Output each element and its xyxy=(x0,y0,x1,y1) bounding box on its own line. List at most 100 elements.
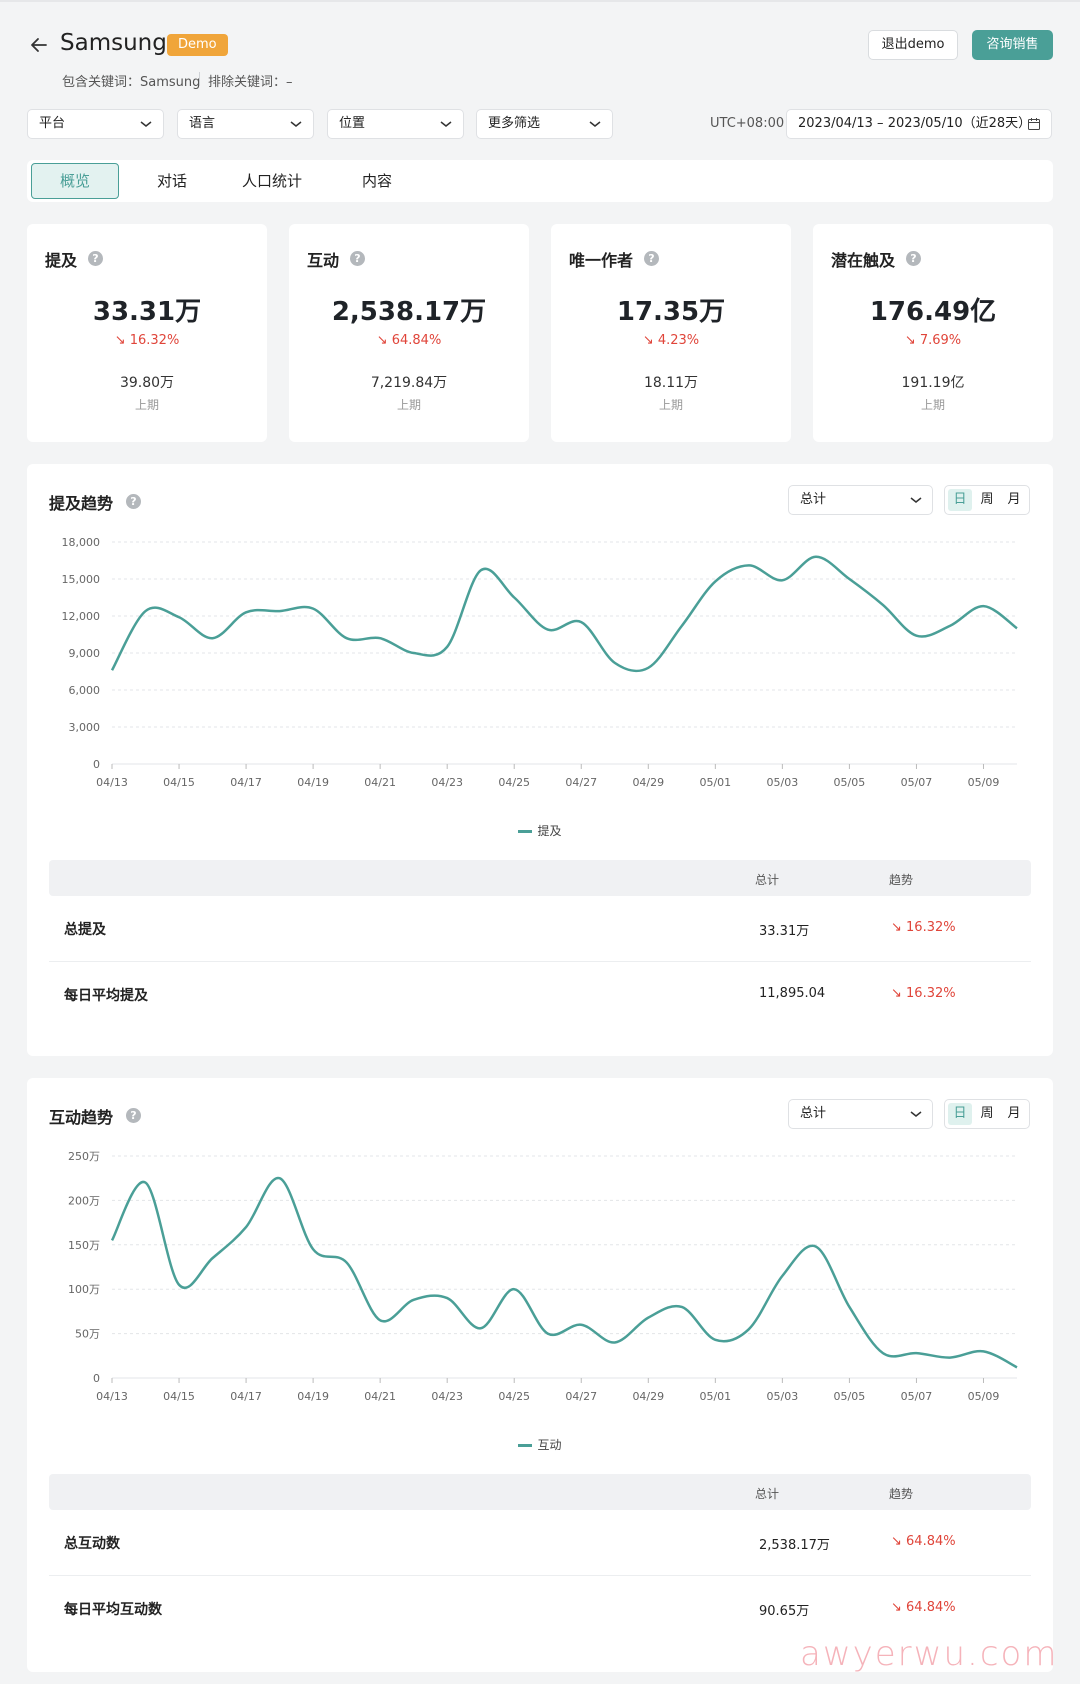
more-filters[interactable]: 更多筛选 xyxy=(476,109,613,139)
granularity-day[interactable]: 日 xyxy=(948,1103,972,1125)
contact-sales-button[interactable]: 咨询销售 xyxy=(972,30,1053,60)
row-total: 2,538.17万 xyxy=(759,1538,830,1553)
chart-legend: 提及 xyxy=(27,822,1053,839)
watermark: awyerwu.com xyxy=(800,1634,1059,1674)
granularity-week[interactable]: 周 xyxy=(975,1103,999,1125)
metric-title: 唯一作者 xyxy=(569,251,634,270)
x-tick-label: 05/05 xyxy=(834,776,866,789)
calendar-icon xyxy=(1028,118,1040,130)
back-arrow-icon[interactable] xyxy=(28,34,50,56)
x-tick-label: 05/03 xyxy=(767,1390,799,1403)
include-keywords: 包含关键词：Samsung xyxy=(62,75,201,90)
y-tick-label: 250万 xyxy=(68,1150,100,1163)
x-tick-label: 05/05 xyxy=(834,1390,866,1403)
chevron-down-icon xyxy=(589,121,601,127)
y-tick-label: 0 xyxy=(93,1372,100,1385)
x-tick-label: 05/01 xyxy=(699,1390,731,1403)
chevron-down-icon xyxy=(910,497,922,503)
y-tick-label: 9,000 xyxy=(69,647,101,660)
granularity-month[interactable]: 月 xyxy=(1002,1103,1026,1125)
exit-demo-button[interactable]: 退出demo xyxy=(868,30,958,60)
help-icon[interactable]: ? xyxy=(126,494,141,509)
x-tick-label: 04/17 xyxy=(230,776,262,789)
column-trend: 趋势 xyxy=(889,873,914,887)
column-total: 总计 xyxy=(755,1487,780,1501)
mentions-line-chart: 0 3,000 6,000 9,000 12,000 15,000 18,000 04/13 0… xyxy=(62,536,1018,789)
granularity-toggle: 日 周 月 xyxy=(944,1099,1030,1129)
help-icon[interactable]: ? xyxy=(88,251,103,266)
location-filter[interactable]: 位置 xyxy=(327,109,464,139)
legend-label: 提及 xyxy=(537,824,562,838)
x-tick-label: 04/29 xyxy=(632,1390,664,1403)
aggregation-select[interactable]: 总计 xyxy=(788,485,933,515)
platform-filter[interactable]: 平台 xyxy=(27,109,164,139)
y-tick-label: 12,000 xyxy=(62,610,101,623)
metric-title: 潜在触及 xyxy=(831,251,896,270)
x-tick-label: 04/19 xyxy=(297,776,329,789)
metric-card-potential-reach: 潜在触及 ? 176.49亿 ↘ 7.69% 191.19亿 上期 xyxy=(813,224,1053,442)
date-range-picker[interactable]: 2023/04/13 – 2023/05/10（近28天） xyxy=(786,109,1052,139)
x-tick-label: 04/21 xyxy=(364,776,396,789)
table-row: 总提及 33.31万 ↘ 16.32% xyxy=(49,896,1031,962)
timezone-label: UTC+08:00 xyxy=(710,116,785,131)
series-line[interactable] xyxy=(110,1176,1018,1369)
y-tick-label: 100万 xyxy=(68,1283,100,1296)
aggregation-select[interactable]: 总计 xyxy=(788,1099,933,1129)
row-trend: ↘ 16.32% xyxy=(891,920,956,935)
y-tick-label: 0 xyxy=(93,758,100,771)
help-icon[interactable]: ? xyxy=(126,1108,141,1123)
tab-content[interactable]: 内容 xyxy=(337,163,417,199)
tab-conversation[interactable]: 对话 xyxy=(132,163,212,199)
row-trend: ↘ 64.84% xyxy=(891,1534,956,1549)
date-range-value: 2023/04/13 – 2023/05/10（近28天） xyxy=(798,116,1032,131)
chevron-down-icon xyxy=(140,121,152,127)
help-icon[interactable]: ? xyxy=(644,251,659,266)
metric-title: 提及 xyxy=(45,251,78,270)
x-tick-label: 05/01 xyxy=(699,776,731,789)
granularity-week[interactable]: 周 xyxy=(975,489,999,511)
x-tick-label: 04/21 xyxy=(364,1390,396,1403)
aggregation-value: 总计 xyxy=(800,1106,827,1121)
tab-demographics[interactable]: 人口统计 xyxy=(217,163,327,199)
table-row: 每日平均互动数 90.65万 ↘ 64.84% xyxy=(49,1576,1031,1642)
location-filter-label: 位置 xyxy=(339,116,366,131)
metric-card-unique-authors: 唯一作者 ? 17.35万 ↘ 4.23% 18.11万 上期 xyxy=(551,224,791,442)
y-tick-label: 6,000 xyxy=(69,684,101,697)
help-icon[interactable]: ? xyxy=(906,251,921,266)
series-line[interactable] xyxy=(110,555,1018,673)
metric-value: 17.35万 xyxy=(616,297,726,327)
panel-title: 提及趋势 xyxy=(49,494,114,513)
metric-change: ↘ 64.84% xyxy=(376,333,442,348)
x-tick-label: 04/29 xyxy=(632,776,664,789)
column-trend: 趋势 xyxy=(889,1487,914,1501)
tab-overview[interactable]: 概览 xyxy=(31,163,119,199)
metric-previous: 7,219.84万 xyxy=(370,375,448,391)
metric-card-mentions: 提及 ? 33.31万 ↘ 16.32% 39.80万 上期 xyxy=(27,224,267,442)
engagement-line-chart: 0 50万 100万 150万 200万 250万 04/13 04/15 04/17 04/19… xyxy=(68,1150,1018,1403)
metric-value: 176.49亿 xyxy=(869,297,997,327)
panel-title: 互动趋势 xyxy=(49,1108,114,1127)
tab-bar: 概览 对话 人口统计 内容 xyxy=(27,160,1053,202)
x-tick-label: 05/03 xyxy=(767,776,799,789)
brand-title: Samsung xyxy=(60,30,167,56)
chevron-down-icon xyxy=(290,121,302,127)
granularity-day[interactable]: 日 xyxy=(948,489,972,511)
metric-card-engagement: 互动 ? 2,538.17万 ↘ 64.84% 7,219.84万 上期 xyxy=(289,224,529,442)
y-tick-label: 200万 xyxy=(68,1194,100,1207)
y-tick-label: 15,000 xyxy=(62,573,101,586)
language-filter[interactable]: 语言 xyxy=(177,109,314,139)
row-trend: ↘ 64.84% xyxy=(891,1600,956,1615)
row-total: 11,895.04 xyxy=(759,986,826,1001)
x-tick-label: 04/25 xyxy=(498,1390,530,1403)
row-total: 33.31万 xyxy=(759,924,810,939)
metric-previous: 39.80万 xyxy=(119,375,175,391)
summary-table-header: 总计 趋势 xyxy=(49,1474,1031,1510)
legend-label: 互动 xyxy=(537,1438,562,1452)
mentions-trend-panel: 提及趋势 ? 总计 日 周 月 0 3,000 6,000 9,000 12,000 15… xyxy=(27,464,1053,1056)
engagement-trend-panel: 互动趋势 ? 总计 日 周 月 0 50万 100万 150万 200万 250万 04/1… xyxy=(27,1078,1053,1672)
help-icon[interactable]: ? xyxy=(350,251,365,266)
granularity-month[interactable]: 月 xyxy=(1002,489,1026,511)
x-tick-label: 04/19 xyxy=(297,1390,329,1403)
y-tick-label: 18,000 xyxy=(62,536,101,549)
row-total: 90.65万 xyxy=(759,1604,810,1619)
